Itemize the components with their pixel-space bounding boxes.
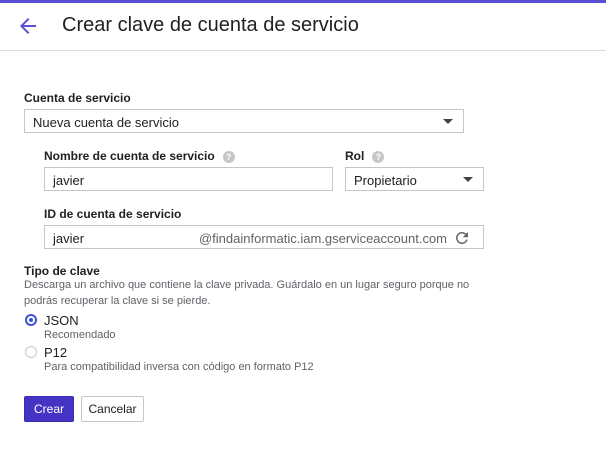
account-id-label: ID de cuenta de servicio — [44, 207, 182, 221]
json-option-sub: Recomendado — [44, 329, 116, 341]
role-label: Rol? — [345, 149, 385, 163]
key-type-description-line2: podrás recuperar la clave si se pierde. — [24, 295, 211, 307]
account-id-input[interactable]: javier @findainformatic.iam.gserviceacco… — [44, 225, 484, 249]
key-type-description: Descarga un archivo que contiene la clav… — [24, 277, 484, 309]
key-type-label: Tipo de clave — [24, 264, 100, 278]
refresh-icon[interactable] — [453, 229, 471, 247]
role-label-text: Rol — [345, 149, 365, 163]
help-icon[interactable]: ? — [222, 150, 235, 163]
json-option-label[interactable]: JSON — [44, 313, 79, 328]
service-account-select[interactable]: Nueva cuenta de servicio — [24, 109, 464, 133]
json-radio[interactable] — [25, 314, 37, 326]
page-title: Crear clave de cuenta de servicio — [62, 14, 359, 36]
service-account-label: Cuenta de servicio — [24, 91, 131, 105]
dropdown-caret-icon — [443, 119, 453, 124]
cancel-button[interactable]: Cancelar — [81, 396, 144, 422]
p12-option-sub: Para compatibilidad inversa con código e… — [44, 361, 314, 373]
account-name-label: Nombre de cuenta de servicio? — [44, 149, 235, 163]
role-select[interactable]: Propietario — [345, 167, 484, 191]
p12-radio[interactable] — [25, 346, 37, 358]
role-value: Propietario — [354, 173, 417, 188]
p12-option-label[interactable]: P12 — [44, 345, 67, 360]
account-id-value: javier — [53, 231, 85, 246]
create-button[interactable]: Crear — [24, 396, 74, 422]
account-id-domain-suffix: @findainformatic.iam.gserviceaccount.com — [198, 231, 447, 246]
account-name-label-text: Nombre de cuenta de servicio — [44, 149, 215, 163]
service-account-value: Nueva cuenta de servicio — [33, 115, 179, 130]
page-header: Crear clave de cuenta de servicio — [0, 3, 606, 51]
dropdown-caret-icon — [463, 177, 473, 182]
account-name-input[interactable]: javier — [44, 167, 333, 191]
help-icon[interactable]: ? — [372, 150, 385, 163]
key-type-description-line1: Descarga un archivo que contiene la clav… — [24, 279, 470, 291]
account-name-value: javier — [53, 173, 85, 188]
back-arrow-icon[interactable] — [16, 14, 40, 38]
